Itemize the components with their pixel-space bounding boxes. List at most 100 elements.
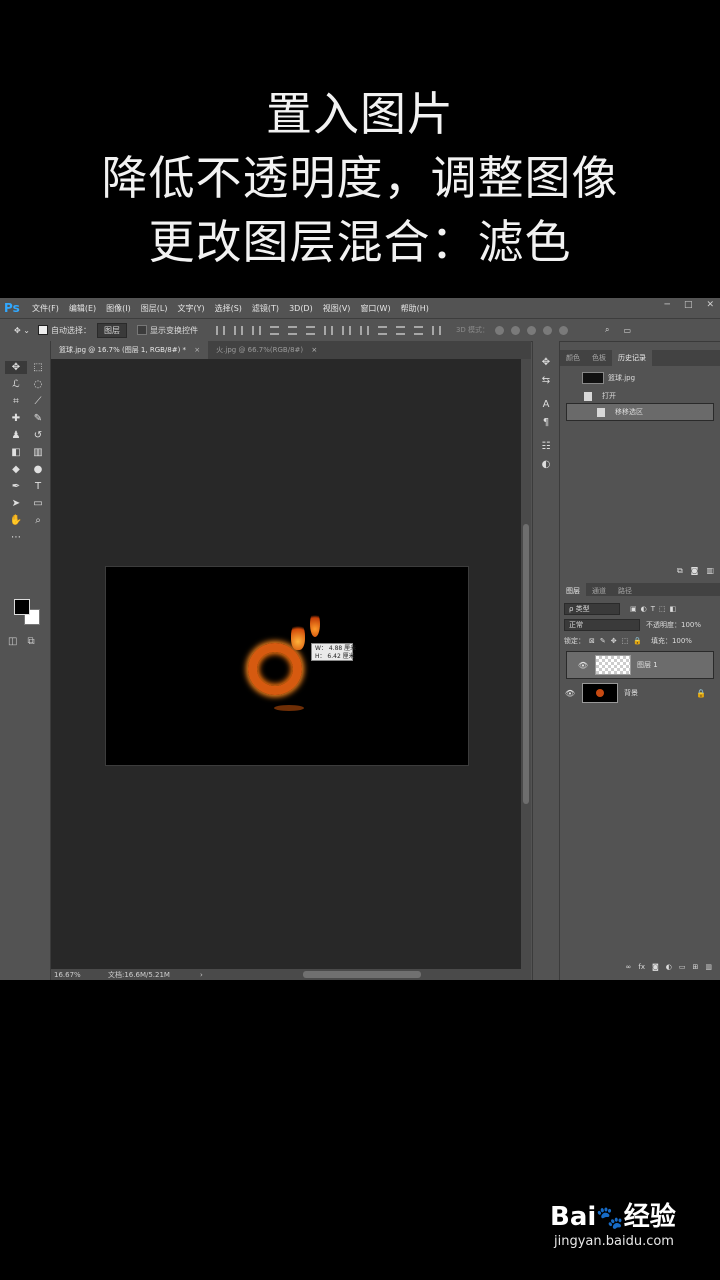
delete-state-icon[interactable]: ▥ [706, 566, 714, 578]
lasso-tool-icon[interactable]: ℒ [5, 378, 27, 391]
menu-layer[interactable]: 图层(L) [141, 303, 168, 314]
align-vcenter-icon[interactable] [233, 325, 243, 335]
tab-basketball[interactable]: 篮球.jpg @ 16.7% (图层 1, RGB/8#) * × [51, 341, 209, 359]
snapshot-camera-icon[interactable]: ◙ [691, 566, 699, 578]
pen-tool-icon[interactable]: ✒ [5, 480, 27, 493]
more-tools-icon[interactable]: ⋯ [5, 531, 27, 544]
hand-tool-icon[interactable]: ✋ [5, 514, 27, 527]
tab-color[interactable]: 颜色 [560, 350, 586, 366]
menu-type[interactable]: 文字(Y) [177, 303, 204, 314]
history-item[interactable]: 移移选区 [566, 403, 714, 421]
distribute-left-icon[interactable] [377, 325, 387, 335]
actions-panel-icon[interactable]: ⇆ [533, 373, 559, 389]
tab-swatches[interactable]: 色板 [586, 350, 612, 366]
zoom-tool-icon[interactable]: ⌕ [27, 514, 49, 527]
type-tool-icon[interactable]: T [27, 480, 49, 493]
history-panel-icon[interactable]: ✥ [533, 355, 559, 371]
link-layers-icon[interactable]: ∞ [626, 963, 632, 975]
image-canvas[interactable]: W： 4.88 厘米 H： 6.42 厘米 [105, 566, 469, 766]
scroll-thumb[interactable] [523, 524, 529, 804]
eyedropper-tool-icon[interactable]: ⟋ [27, 395, 49, 408]
layer-style-icon[interactable]: fx [638, 963, 645, 975]
screen-mode-icon[interactable]: ⧉ [27, 636, 34, 647]
history-brush-tool-icon[interactable]: ↺ [27, 429, 49, 442]
close-tab-icon[interactable]: × [194, 346, 200, 354]
zoom-level[interactable]: 16.67% [54, 971, 108, 979]
new-document-from-state-icon[interactable]: ⧉ [677, 566, 683, 578]
history-item[interactable]: 打开 [560, 389, 720, 403]
visibility-eye-icon[interactable]: 👁 [564, 689, 576, 698]
layer-filter-dropdown[interactable]: ρ 类型 [564, 603, 620, 615]
close-tab-icon[interactable]: × [311, 346, 317, 354]
character-panel-icon[interactable]: A [533, 397, 559, 413]
3d-roll-icon[interactable] [511, 325, 521, 335]
auto-select-dropdown[interactable]: 图层 [96, 322, 127, 338]
fill-value[interactable]: 100% [672, 637, 692, 645]
adjustment-layer-icon[interactable]: ◐ [666, 963, 672, 975]
3d-slide-icon[interactable] [543, 325, 553, 335]
layer-filter-icons[interactable]: ▣◐T⬚◧ [630, 605, 680, 613]
maximize-button[interactable]: □ [684, 300, 693, 310]
path-select-tool-icon[interactable]: ➤ [5, 497, 27, 510]
opacity-value[interactable]: 100% [681, 621, 701, 629]
search-icon[interactable]: ⌕ [605, 325, 609, 335]
dodge-tool-icon[interactable]: ● [27, 463, 49, 476]
move-tool-preset-icon[interactable]: ✥ ⌄ [14, 326, 30, 335]
horizontal-scrollbar[interactable] [303, 971, 421, 978]
menu-3d[interactable]: 3D(D) [289, 304, 313, 313]
menu-help[interactable]: 帮助(H) [401, 303, 429, 314]
3d-rotate-icon[interactable] [495, 325, 505, 335]
group-icon[interactable]: ▭ [679, 963, 686, 975]
delete-layer-icon[interactable]: ▥ [705, 963, 712, 975]
workspace-icon[interactable]: ▭ [624, 326, 632, 335]
show-transform-checkbox[interactable] [136, 325, 147, 335]
minimize-button[interactable]: ─ [665, 300, 670, 310]
menu-select[interactable]: 选择(S) [215, 303, 242, 314]
quick-select-tool-icon[interactable]: ◌ [27, 378, 49, 391]
menu-view[interactable]: 视图(V) [323, 303, 351, 314]
visibility-eye-icon[interactable]: 👁 [577, 661, 589, 670]
tab-fire[interactable]: 火.jpg @ 66.7%(RGB/8#) × [208, 341, 325, 359]
distribute-right-icon[interactable] [413, 325, 423, 335]
foreground-color-swatch[interactable] [14, 599, 30, 615]
blur-tool-icon[interactable]: ◆ [5, 463, 27, 476]
auto-align-icon[interactable] [431, 325, 441, 335]
close-window-button[interactable]: ✕ [706, 300, 714, 310]
menu-window[interactable]: 窗口(W) [360, 303, 390, 314]
menu-file[interactable]: 文件(F) [32, 303, 59, 314]
align-right-icon[interactable] [305, 325, 315, 335]
document-workspace[interactable]: W： 4.88 厘米 H： 6.42 厘米 [51, 359, 521, 969]
status-menu-arrow[interactable]: › [200, 971, 203, 979]
align-top-icon[interactable] [215, 325, 225, 335]
vertical-scrollbar[interactable] [521, 359, 531, 969]
blend-mode-dropdown[interactable]: 正常 [564, 619, 640, 631]
auto-select-checkbox[interactable] [37, 325, 48, 335]
align-hcenter-icon[interactable] [287, 325, 297, 335]
distribute-bottom-icon[interactable] [359, 325, 369, 335]
add-mask-icon[interactable]: ◙ [652, 963, 659, 975]
marquee-tool-icon[interactable]: ⬚ [27, 361, 49, 374]
align-left-icon[interactable] [269, 325, 279, 335]
3d-scale-icon[interactable] [559, 325, 569, 335]
tab-history[interactable]: 历史记录 [612, 350, 652, 366]
new-layer-icon[interactable]: ⊞ [693, 963, 699, 975]
gradient-tool-icon[interactable]: ▥ [27, 446, 49, 459]
align-bottom-icon[interactable] [251, 325, 261, 335]
fire-ring-layer[interactable] [248, 643, 302, 695]
move-tool-icon[interactable]: ✥ [5, 361, 27, 374]
lock-icons[interactable]: ⊠✎✥⬚🔒 [589, 637, 647, 645]
distribute-hcenter-icon[interactable] [395, 325, 405, 335]
history-snapshot[interactable]: 篮球.jpg [560, 371, 720, 385]
distribute-vcenter-icon[interactable] [341, 325, 351, 335]
shape-tool-icon[interactable]: ▭ [27, 497, 49, 510]
menu-edit[interactable]: 编辑(E) [69, 303, 96, 314]
properties-panel-icon[interactable]: ☷ [533, 439, 559, 455]
stamp-tool-icon[interactable]: ♟ [5, 429, 27, 442]
distribute-top-icon[interactable] [323, 325, 333, 335]
3d-pan-icon[interactable] [527, 325, 537, 335]
brush-tool-icon[interactable]: ✎ [27, 412, 49, 425]
paragraph-panel-icon[interactable]: ¶ [533, 415, 559, 431]
layer-row-layer1[interactable]: 👁 图层 1 [566, 651, 714, 679]
crop-tool-icon[interactable]: ⌗ [5, 395, 27, 408]
menu-image[interactable]: 图像(I) [106, 303, 131, 314]
